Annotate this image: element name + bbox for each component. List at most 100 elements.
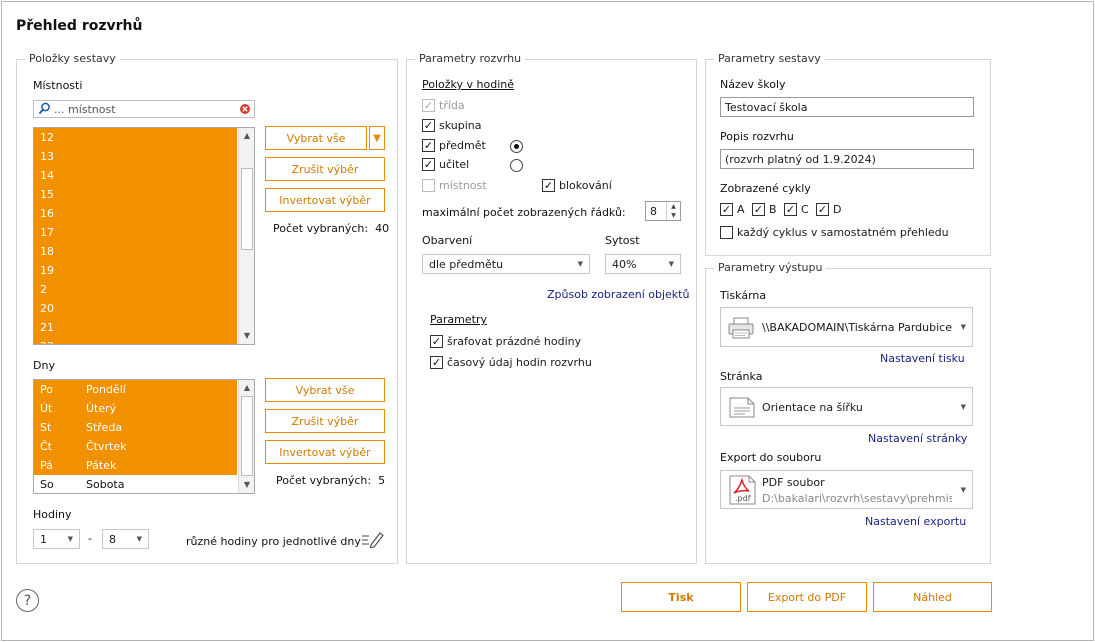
checkbox-box: ✓ [542, 179, 555, 192]
room-list-item[interactable]: 22 [34, 337, 237, 344]
hours-label: Hodiny [33, 508, 72, 521]
print-button[interactable]: Tisk [621, 582, 741, 612]
chevron-down-icon: ▼ [960, 402, 966, 411]
day-name: Úterý [86, 402, 117, 415]
checkbox-box [422, 179, 435, 192]
day-name: Čtvrtek [86, 440, 127, 453]
days-scrollbar[interactable]: ▲ ▼ [238, 380, 254, 493]
export-settings-link[interactable]: Nastavení exportu [865, 515, 966, 528]
room-list-item[interactable]: 13 [34, 147, 237, 166]
saturation-select[interactable]: 40% ▼ [605, 254, 681, 274]
day-list-item[interactable]: Po Pondělí [34, 380, 237, 399]
rooms-scrollbar[interactable]: ▲ ▼ [238, 128, 254, 344]
preview-button[interactable]: Náhled [873, 582, 992, 612]
day-list-item[interactable]: St Středa [34, 418, 237, 437]
room-list-item[interactable]: 19 [34, 261, 237, 280]
room-list-item[interactable]: 15 [34, 185, 237, 204]
room-list-item[interactable]: 21 [34, 318, 237, 337]
room-list-item[interactable]: 18 [34, 242, 237, 261]
rooms-list[interactable]: 12131415161718192202122 ▲ ▼ [33, 127, 255, 345]
scroll-down-icon[interactable]: ▼ [239, 328, 254, 344]
hours-to-select[interactable]: 8 ▼ [102, 529, 149, 549]
separate-cycle-checkbox[interactable]: každý cyklus v samostatném přehledu [720, 226, 949, 239]
rooms-selected-count-label: Počet vybraných: 40 [273, 222, 389, 235]
room-list-item[interactable]: 16 [34, 204, 237, 223]
days-selected-count-label: Počet vybraných: 5 [276, 474, 385, 487]
display-objects-link[interactable]: Způsob zobrazení objektů [547, 288, 689, 301]
page-label: Stránka [720, 370, 763, 383]
time-info-checkbox[interactable]: ✓ časový údaj hodin rozvrhu [430, 356, 592, 369]
count-label-text: Počet vybraných: [273, 222, 369, 235]
saturation-value: 40% [612, 257, 637, 271]
page-select[interactable]: Orientace na šířku ▼ [720, 387, 973, 426]
predmet-radio[interactable] [510, 140, 523, 153]
checkbox-box: ✓ [752, 203, 765, 216]
rooms-invert-selection-button[interactable]: Invertovat výběr [265, 188, 385, 212]
scroll-up-icon[interactable]: ▲ [239, 128, 254, 144]
mistnost-checkbox[interactable]: místnost [422, 179, 487, 192]
trida-checkbox[interactable]: ✓ třída [422, 99, 465, 112]
day-abbr: Po [40, 383, 53, 396]
edit-pencil-icon[interactable] [361, 530, 385, 551]
clear-search-icon[interactable] [239, 103, 251, 117]
scroll-up-icon[interactable]: ▲ [239, 380, 254, 396]
day-name: Pátek [86, 459, 117, 472]
days-list[interactable]: Po Pondělí Út Úterý St Středa Čt Čtvrtek Pá Pátek… [33, 379, 255, 494]
checkbox-label: učitel [439, 158, 470, 171]
skupina-checkbox[interactable]: ✓ skupina [422, 119, 482, 132]
description-input[interactable]: (rozvrh platný od 1.9.2024) [720, 149, 974, 169]
hours-from-select[interactable]: 1 ▼ [33, 529, 80, 549]
stepper-buttons[interactable]: ▲ ▼ [666, 202, 680, 220]
days-invert-selection-button[interactable]: Invertovat výběr [265, 440, 385, 464]
help-icon[interactable]: ? [16, 589, 39, 612]
page-settings-link[interactable]: Nastavení stránky [868, 432, 967, 445]
rooms-clear-selection-button[interactable]: Zrušit výběr [265, 157, 385, 181]
window-title: Přehled rozvrhů [16, 18, 143, 34]
hatch-empty-checkbox[interactable]: ✓ šrafovat prázdné hodiny [430, 335, 581, 348]
ucitel-radio[interactable] [510, 159, 523, 172]
room-list-item[interactable]: 17 [34, 223, 237, 242]
day-list-item[interactable]: So Sobota [34, 475, 237, 493]
rooms-selected-count: 40 [375, 222, 390, 235]
room-list-item[interactable]: 20 [34, 299, 237, 318]
room-list-item[interactable]: 14 [34, 166, 237, 185]
rooms-select-menu-button[interactable]: ▼ [369, 126, 385, 150]
days-selected-count: 5 [378, 474, 386, 487]
print-settings-link[interactable]: Nastavení tisku [880, 352, 965, 365]
chevron-down-icon: ▼ [67, 535, 73, 543]
coloring-select[interactable]: dle předmětu ▼ [422, 254, 590, 274]
room-list-item[interactable]: 2 [34, 280, 237, 299]
day-abbr: Čt [40, 440, 52, 453]
export-label: Export do souboru [720, 451, 822, 464]
room-list-item[interactable]: 12 [34, 128, 237, 147]
scroll-thumb[interactable] [241, 396, 253, 476]
days-select-all-button[interactable]: Vybrat vše [265, 378, 385, 402]
school-name-input[interactable]: Testovací škola [720, 97, 974, 117]
ucitel-checkbox[interactable]: ✓ učitel [422, 158, 469, 171]
checkbox-label: místnost [439, 179, 487, 192]
scroll-thumb[interactable] [241, 168, 253, 250]
cycles-label: Zobrazené cykly [720, 182, 811, 195]
days-rows: Po Pondělí Út Úterý St Středa Čt Čtvrtek Pá Pátek… [34, 380, 237, 493]
rooms-rows: 12131415161718192202122 [34, 128, 237, 344]
chevron-down-icon: ▼ [577, 260, 583, 268]
day-list-item[interactable]: Čt Čtvrtek [34, 437, 237, 456]
cycle-c-checkbox[interactable]: ✓ C [784, 203, 809, 216]
room-search-input[interactable]: ... místnost [33, 100, 255, 118]
export-select[interactable]: .pdf PDF soubor D:\bakalari\rozvrh\sesta… [720, 470, 973, 509]
printer-select[interactable]: \\BAKADOMAIN\Tiskárna Pardubice ▼ [720, 307, 973, 347]
cycle-d-checkbox[interactable]: ✓ D [816, 203, 841, 216]
max-rows-stepper[interactable]: 8 ▲ ▼ [645, 201, 681, 221]
day-list-item[interactable]: Pá Pátek [34, 456, 237, 475]
export-pdf-button[interactable]: Export do PDF [747, 582, 867, 612]
blokovani-checkbox[interactable]: ✓ blokování [542, 179, 612, 192]
scroll-down-icon[interactable]: ▼ [239, 477, 254, 493]
rooms-select-all-button[interactable]: Vybrat vše [265, 126, 367, 150]
predmet-checkbox[interactable]: ✓ předmět [422, 139, 486, 152]
cycle-b-checkbox[interactable]: ✓ B [752, 203, 777, 216]
cycle-a-checkbox[interactable]: ✓ A [720, 203, 745, 216]
day-list-item[interactable]: Út Úterý [34, 399, 237, 418]
days-clear-selection-button[interactable]: Zrušit výběr [265, 409, 385, 433]
checkbox-label: předmět [439, 139, 486, 152]
day-abbr: Pá [40, 459, 53, 472]
